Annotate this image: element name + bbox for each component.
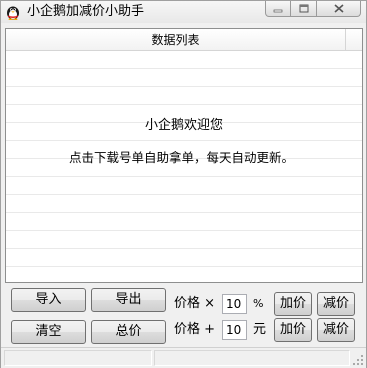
percent-label: 价格 × <box>174 296 216 311</box>
title-bar[interactable]: 小企鹅加减价小助手 <box>1 1 366 23</box>
resize-grip-icon[interactable] <box>352 354 364 366</box>
status-bar <box>1 347 366 368</box>
close-icon <box>333 4 344 13</box>
yuan-label: 价格 + <box>174 322 216 337</box>
maximize-button[interactable] <box>291 1 317 17</box>
yuan-input[interactable]: 10 <box>222 320 247 340</box>
percent-subtract-button[interactable]: 减价 <box>317 292 355 316</box>
window-title: 小企鹅加减价小助手 <box>27 4 145 19</box>
import-button[interactable]: 导入 <box>11 288 86 312</box>
percent-unit: % <box>253 297 264 310</box>
hint-text: 点击下载号单自助拿单，每天自动更新。 <box>69 150 295 165</box>
minimize-button[interactable] <box>265 1 291 17</box>
minimize-icon <box>273 9 283 12</box>
total-button[interactable]: 总价 <box>91 320 166 344</box>
welcome-text: 小企鹅欢迎您 <box>144 118 223 133</box>
yuan-unit: 元 <box>253 322 267 337</box>
window-controls <box>265 1 361 19</box>
clear-button[interactable]: 清空 <box>11 320 86 344</box>
penguin-icon <box>7 6 19 20</box>
status-pane-right <box>154 350 350 366</box>
maximize-icon <box>299 4 308 13</box>
yuan-add-button[interactable]: 加价 <box>274 318 312 342</box>
data-list[interactable]: 数据列表 小企鹅欢迎您 点击下载号单自助拿单，每天自动更新。 <box>5 28 363 283</box>
export-button[interactable]: 导出 <box>91 288 166 312</box>
status-pane-left <box>4 350 152 366</box>
list-header-filler <box>346 29 362 51</box>
list-rows-area[interactable] <box>6 51 362 282</box>
yuan-subtract-button[interactable]: 减价 <box>317 318 355 342</box>
list-column-header[interactable]: 数据列表 <box>6 29 346 51</box>
close-button[interactable] <box>317 1 361 17</box>
main-window: 小企鹅加减价小助手 数据列表 小企鹅欢迎您 点击下载号单自助拿单，每天自动更新。… <box>0 0 367 368</box>
percent-input[interactable]: 10 <box>222 294 247 314</box>
percent-add-button[interactable]: 加价 <box>274 292 312 316</box>
